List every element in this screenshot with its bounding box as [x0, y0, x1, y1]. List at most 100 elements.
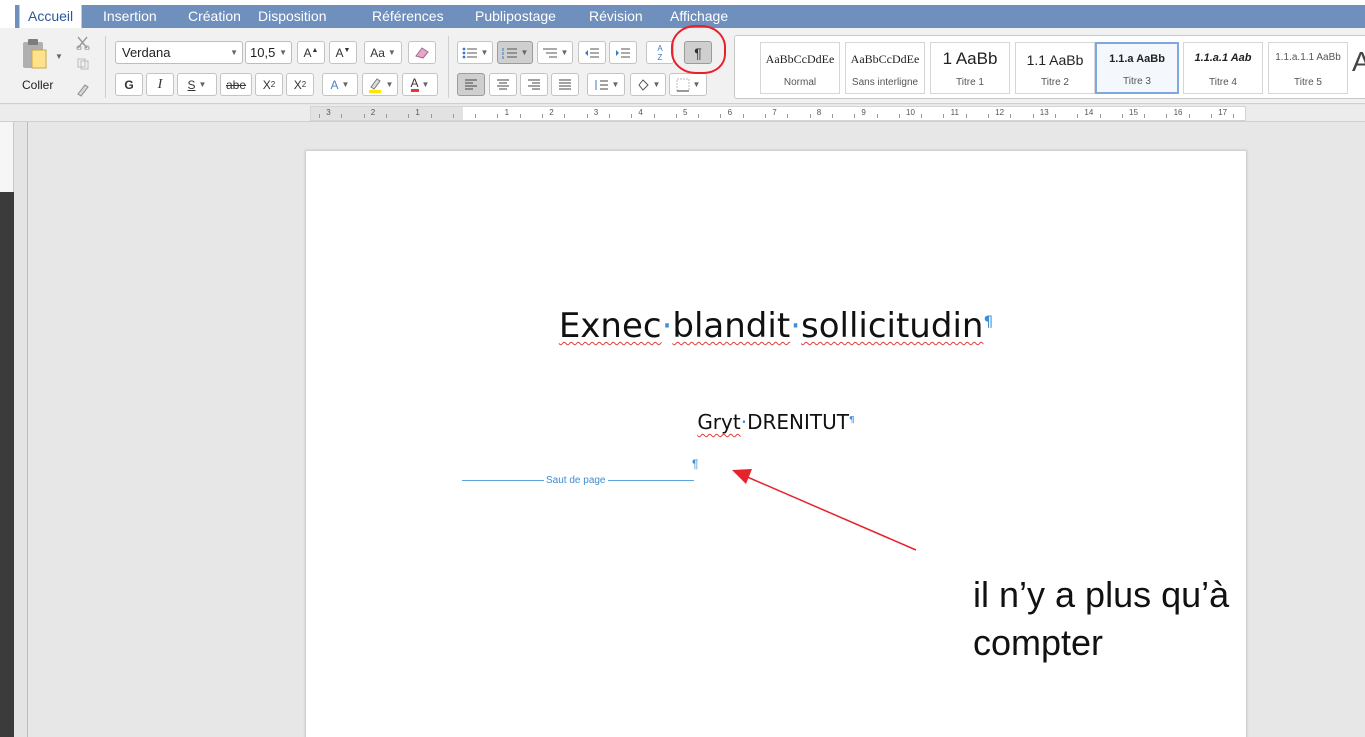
font-name-value: Verdana — [122, 45, 171, 60]
ruler-tick — [809, 114, 811, 118]
strikethrough-button[interactable]: abe — [220, 73, 252, 96]
superscript-button[interactable]: X2 — [286, 73, 314, 96]
ruler-tick — [1032, 114, 1034, 118]
style-titre-4[interactable]: 1.1.a.1 Aab Titre 4 — [1183, 42, 1263, 94]
ruler-tick — [1077, 114, 1079, 118]
borders-button[interactable]: ▼ — [669, 73, 707, 96]
document-subtitle[interactable]: Gryt·DRENITUT¶ — [306, 410, 1246, 434]
underline-button[interactable]: S ▼ — [177, 73, 217, 96]
align-right-icon — [528, 79, 540, 89]
style-titre-5[interactable]: 1.1.a.1.1 AaBb Titre 5 — [1268, 42, 1348, 94]
grow-font-button[interactable]: A▲ — [297, 41, 325, 64]
tab-publipostage[interactable]: Publipostage — [467, 5, 564, 28]
style-next-preview[interactable]: A — [1352, 46, 1365, 78]
title-word: blandit — [672, 306, 791, 346]
style-caption: Titre 1 — [956, 77, 984, 88]
text-effects-icon: A — [330, 77, 339, 92]
bullets-button[interactable]: ▼ — [457, 41, 493, 64]
tab-references[interactable]: Références — [364, 5, 452, 28]
ruler-tick — [1054, 114, 1056, 118]
page-break-label: Saut de page — [544, 475, 608, 486]
horizontal-ruler[interactable]: 3 2 1 1 2 3 4 5 6 7 8 9 10 11 12 13 14 15 16 17 — [0, 105, 1365, 122]
ruler-tick — [408, 114, 410, 118]
annotation-line: il n’y a plus qu’à — [973, 574, 1230, 615]
paste-dropdown-icon[interactable]: ▼ — [55, 52, 63, 61]
numbering-button[interactable]: ▼ — [497, 41, 533, 64]
ruler-tick — [385, 114, 387, 118]
highlight-button[interactable]: ▼ — [362, 73, 398, 96]
ruler-tick — [475, 114, 477, 118]
ruler-number: 1 — [415, 108, 420, 117]
subtitle-word: DRENITUT — [747, 410, 849, 434]
bold-button[interactable]: G — [115, 73, 143, 96]
line-spacing-button[interactable]: ▼ — [587, 73, 625, 96]
tab-revision[interactable]: Révision — [581, 5, 651, 28]
style-caption: Sans interligne — [851, 77, 919, 88]
ruler-tick — [720, 114, 722, 118]
text-effects-button[interactable]: A ▼ — [322, 73, 358, 96]
ruler-tick — [430, 114, 432, 118]
justify-button[interactable] — [551, 73, 579, 96]
tab-creation[interactable]: Création — [180, 5, 249, 28]
shading-button[interactable]: ▼ — [630, 73, 666, 96]
tab-insertion[interactable]: Insertion — [95, 5, 165, 28]
font-size-combobox[interactable]: 10,5 ▼ — [245, 41, 292, 64]
paint-bucket-icon — [637, 78, 649, 91]
clear-formatting-button[interactable] — [408, 41, 436, 64]
ruler-tick — [1099, 114, 1101, 118]
tab-accueil[interactable]: Accueil — [19, 5, 83, 28]
ruler-tick — [831, 114, 833, 118]
format-painter-icon[interactable] — [72, 80, 94, 98]
ruler-number: 9 — [861, 108, 866, 117]
eraser-icon — [415, 46, 429, 59]
ruler-tick — [698, 114, 700, 118]
numbered-list-icon — [502, 47, 517, 59]
increase-indent-icon — [616, 48, 630, 57]
ruler-tick — [319, 114, 320, 118]
style-normal[interactable]: AaBbCcDdEe Normal — [760, 42, 840, 94]
style-sans-interligne[interactable]: AaBbCcDdEe Sans interligne — [845, 42, 925, 94]
document-title[interactable]: Exnec·blandit·sollicitudin¶ — [306, 306, 1246, 346]
style-preview: 1.1 AaBb — [1026, 52, 1084, 68]
chevron-down-icon: ▼ — [279, 48, 287, 57]
subtitle-word: Gryt — [697, 410, 741, 434]
increase-indent-button[interactable] — [609, 41, 637, 64]
justify-icon — [559, 79, 571, 89]
ruler-number: 3 — [593, 108, 599, 117]
align-right-button[interactable] — [520, 73, 548, 96]
align-left-button[interactable] — [457, 73, 485, 96]
ruler-tick — [965, 114, 967, 118]
multilevel-list-button[interactable]: ▼ — [537, 41, 573, 64]
left-canvas-margin — [14, 122, 28, 737]
ruler-number: 4 — [638, 108, 643, 117]
style-preview: AaBbCcDdEe — [765, 52, 835, 66]
sort-button[interactable]: A Z — [646, 41, 674, 64]
ruler-tick — [608, 114, 610, 118]
change-case-button[interactable]: Aa ▼ — [364, 41, 402, 64]
shrink-font-button[interactable]: A▼ — [329, 41, 357, 64]
ruler-tick — [631, 114, 633, 118]
font-size-value: 10,5 — [250, 45, 276, 60]
style-titre-1[interactable]: 1 AaBb Titre 1 — [930, 42, 1010, 94]
style-preview: 1.1.a.1 Aab — [1194, 52, 1252, 64]
ruler-number: 11 — [950, 108, 959, 117]
cut-icon[interactable] — [72, 34, 94, 52]
decrease-indent-button[interactable] — [578, 41, 606, 64]
font-name-combobox[interactable]: Verdana ▼ — [115, 41, 243, 64]
ruler-tick — [675, 114, 677, 118]
style-titre-2[interactable]: 1.1 AaBb Titre 2 — [1015, 42, 1095, 94]
copy-icon[interactable] — [72, 56, 94, 72]
ruler-number: 13 — [1039, 108, 1049, 117]
tab-disposition[interactable]: Disposition — [250, 5, 334, 28]
style-caption: Titre 5 — [1294, 77, 1322, 88]
align-center-button[interactable] — [489, 73, 517, 96]
style-caption: Titre 2 — [1041, 77, 1069, 88]
sort-icon: A Z — [657, 43, 663, 62]
subscript-button[interactable]: X2 — [255, 73, 283, 96]
style-titre-3[interactable]: 1.1.a AaBb Titre 3 — [1095, 42, 1179, 94]
paste-button[interactable] — [20, 38, 50, 78]
font-color-button[interactable]: A ▼ — [402, 73, 438, 96]
ruler-tick — [765, 114, 766, 118]
style-preview: 1.1.a.1.1 AaBb — [1275, 52, 1341, 63]
italic-button[interactable]: I — [146, 73, 174, 96]
